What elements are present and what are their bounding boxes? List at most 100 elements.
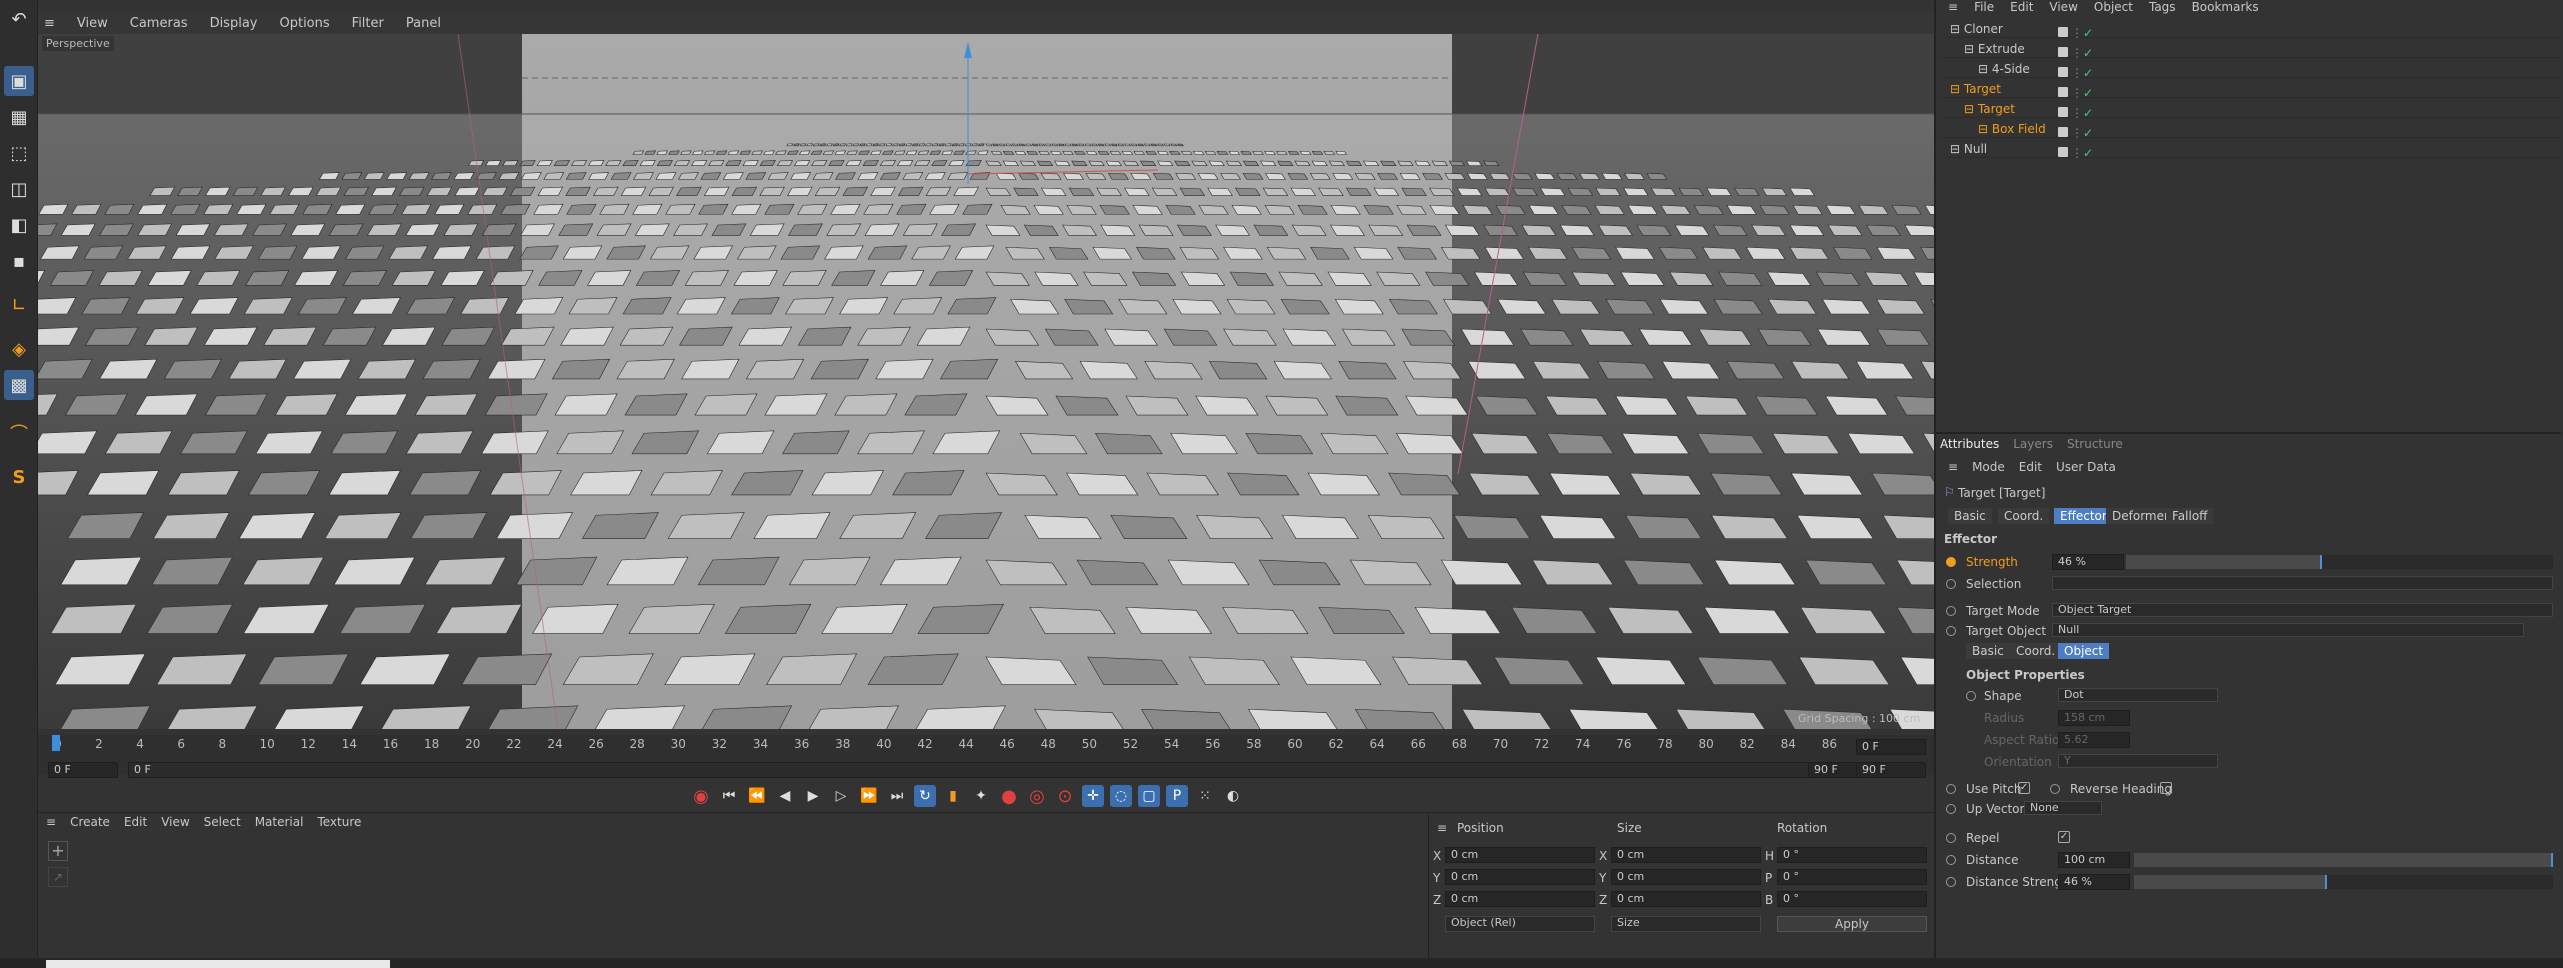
repel-checkbox[interactable]: ✓ bbox=[2058, 831, 2070, 843]
size-x-field[interactable]: 0 cm bbox=[1611, 847, 1761, 863]
target-mode-anim-icon[interactable] bbox=[1946, 606, 1956, 616]
menu-filter[interactable]: Filter bbox=[352, 16, 384, 31]
menu-create[interactable]: Create bbox=[70, 815, 110, 829]
menu-edit[interactable]: Edit bbox=[2010, 0, 2033, 14]
distance-anim-icon[interactable] bbox=[1946, 855, 1956, 865]
target-object-link[interactable]: Null bbox=[2052, 623, 2524, 637]
key-icon[interactable]: ⊙ bbox=[1054, 785, 1076, 807]
prev-frame-icon[interactable]: ◀ bbox=[774, 785, 796, 807]
object-row[interactable]: ⊟ Cloner ⋮✓ bbox=[1940, 20, 2560, 40]
pos-x-field[interactable]: 0 cm bbox=[1445, 847, 1595, 863]
model-mode-icon[interactable]: ▣ bbox=[4, 66, 34, 96]
apply-button[interactable]: Apply bbox=[1777, 916, 1927, 932]
object-visibility-flags[interactable]: ⋮✓ bbox=[2058, 144, 2093, 162]
undo-icon[interactable]: ↶ bbox=[4, 4, 34, 34]
distance-strength-field[interactable]: 46 % bbox=[2058, 874, 2130, 890]
object-row[interactable]: ⊟ Target ⋮✓ bbox=[1940, 80, 2560, 100]
key-pla-icon[interactable]: ⁙ bbox=[1194, 785, 1216, 807]
menu-user-data[interactable]: User Data bbox=[2056, 460, 2116, 474]
up-vector-select[interactable]: None bbox=[2024, 801, 2102, 815]
menu-tags[interactable]: Tags bbox=[2149, 0, 2176, 14]
object-row[interactable]: ⊟ Box Field ⋮✓ bbox=[1940, 120, 2560, 140]
motion-record-icon[interactable]: ✦ bbox=[970, 785, 992, 807]
distance-field[interactable]: 100 cm bbox=[2058, 852, 2130, 868]
repel-anim-icon[interactable] bbox=[1946, 833, 1956, 843]
texture-mode-icon[interactable]: ▦ bbox=[4, 102, 34, 132]
start-frame-field[interactable]: 0 F bbox=[48, 762, 118, 778]
menu-texture[interactable]: Texture bbox=[317, 815, 361, 829]
axis-icon[interactable]: ∟ bbox=[4, 290, 34, 320]
strength-anim-icon[interactable] bbox=[1946, 557, 1956, 567]
menu-view[interactable]: View bbox=[77, 16, 108, 31]
subtab-basic[interactable]: Basic bbox=[1948, 508, 1992, 524]
coord-mode-select[interactable]: Object (Rel) bbox=[1445, 916, 1595, 932]
play-icon[interactable]: ▶ bbox=[802, 785, 824, 807]
shape-anim-icon[interactable] bbox=[1966, 691, 1976, 701]
object-row[interactable]: ⊟ Null ⋮✓ bbox=[1940, 140, 2560, 160]
end-frame-field-b[interactable]: 90 F bbox=[1856, 762, 1926, 778]
rot-b-field[interactable]: 0 ° bbox=[1777, 891, 1927, 907]
record-key-icon[interactable]: ● bbox=[998, 785, 1020, 807]
menu-options[interactable]: Options bbox=[279, 16, 329, 31]
scheme-icon[interactable]: ◐ bbox=[1222, 785, 1244, 807]
keyframe-sel-icon[interactable]: ▮ bbox=[942, 785, 964, 807]
shape-select[interactable]: Dot bbox=[2058, 688, 2218, 702]
use-pitch-anim-icon[interactable] bbox=[1946, 784, 1956, 794]
subtab-coord[interactable]: Coord. bbox=[1998, 508, 2050, 524]
use-pitch-checkbox[interactable]: ✓ bbox=[2018, 782, 2030, 794]
menu-display[interactable]: Display bbox=[210, 16, 258, 31]
go-start-icon[interactable]: ⏮ bbox=[718, 785, 740, 807]
tab-structure[interactable]: Structure bbox=[2067, 437, 2123, 451]
distance-slider[interactable] bbox=[2134, 853, 2553, 867]
edges-mode-icon[interactable]: ◫ bbox=[4, 174, 34, 204]
coord-size-select[interactable]: Size bbox=[1611, 916, 1761, 932]
menu-cameras[interactable]: Cameras bbox=[130, 16, 188, 31]
hamburger-icon[interactable]: ≡ bbox=[44, 16, 55, 31]
subtab-effector[interactable]: Effector bbox=[2054, 508, 2113, 524]
size-z-field[interactable]: 0 cm bbox=[1611, 891, 1761, 907]
key-position-icon[interactable]: ✛ bbox=[1082, 785, 1104, 807]
rot-p-field[interactable]: 0 ° bbox=[1777, 869, 1927, 885]
selection-anim-icon[interactable] bbox=[1946, 579, 1956, 589]
prev-key-icon[interactable]: ⏪ bbox=[746, 785, 768, 807]
viewport-3d[interactable] bbox=[38, 34, 1934, 729]
playhead[interactable] bbox=[52, 735, 60, 751]
tab-attributes[interactable]: Attributes bbox=[1940, 437, 1999, 451]
object-row[interactable]: ⊟ 4-Side ⋮✓ bbox=[1940, 60, 2560, 80]
strength-slider[interactable] bbox=[2126, 555, 2553, 569]
workplane-icon[interactable]: ▩ bbox=[4, 370, 34, 400]
obj-subtab-coord[interactable]: Coord. bbox=[2010, 643, 2062, 659]
menu-file[interactable]: File bbox=[1974, 0, 1994, 14]
hamburger-icon[interactable]: ≡ bbox=[1948, 0, 1958, 14]
obj-subtab-object[interactable]: Object bbox=[2058, 643, 2110, 659]
obj-subtab-basic[interactable]: Basic bbox=[1966, 643, 2010, 659]
next-frame-icon[interactable]: ▷ bbox=[830, 785, 852, 807]
distance-strength-slider[interactable] bbox=[2134, 875, 2553, 889]
material-tool-icon[interactable]: ↗ bbox=[48, 867, 68, 887]
hamburger-icon[interactable]: ≡ bbox=[46, 815, 56, 829]
menu-edit[interactable]: Edit bbox=[2019, 460, 2042, 474]
selection-field[interactable] bbox=[2052, 576, 2553, 590]
object-row[interactable]: ⊟ Extrude ⋮✓ bbox=[1940, 40, 2560, 60]
polygons-mode-icon[interactable]: ◧ bbox=[4, 210, 34, 240]
menu-mode[interactable]: Mode bbox=[1972, 460, 2005, 474]
strength-field[interactable]: 46 % bbox=[2052, 554, 2124, 570]
target-mode-select[interactable]: Object Target bbox=[2052, 603, 2553, 617]
menu-edit[interactable]: Edit bbox=[124, 815, 147, 829]
key-rotation-icon[interactable]: ◌ bbox=[1110, 785, 1132, 807]
distance-strength-anim-icon[interactable] bbox=[1946, 877, 1956, 887]
pos-y-field[interactable]: 0 cm bbox=[1445, 869, 1595, 885]
target-object-anim-icon[interactable] bbox=[1946, 626, 1956, 636]
rot-h-field[interactable]: 0 ° bbox=[1777, 847, 1927, 863]
object-row[interactable]: ⊟ Target ⋮✓ bbox=[1940, 100, 2560, 120]
size-y-field[interactable]: 0 cm bbox=[1611, 869, 1761, 885]
menu-bookmarks[interactable]: Bookmarks bbox=[2192, 0, 2259, 14]
record-icon[interactable]: ◉ bbox=[690, 785, 712, 807]
hamburger-icon[interactable]: ≡ bbox=[1948, 460, 1958, 474]
magnet-icon[interactable]: ⌒ bbox=[4, 418, 34, 448]
add-material-icon[interactable]: + bbox=[48, 841, 68, 861]
auto-key-icon[interactable]: ◎ bbox=[1026, 785, 1048, 807]
menu-select[interactable]: Select bbox=[204, 815, 241, 829]
subtab-deformer[interactable]: Deformer bbox=[2106, 508, 2175, 524]
next-key-icon[interactable]: ⏩ bbox=[858, 785, 880, 807]
